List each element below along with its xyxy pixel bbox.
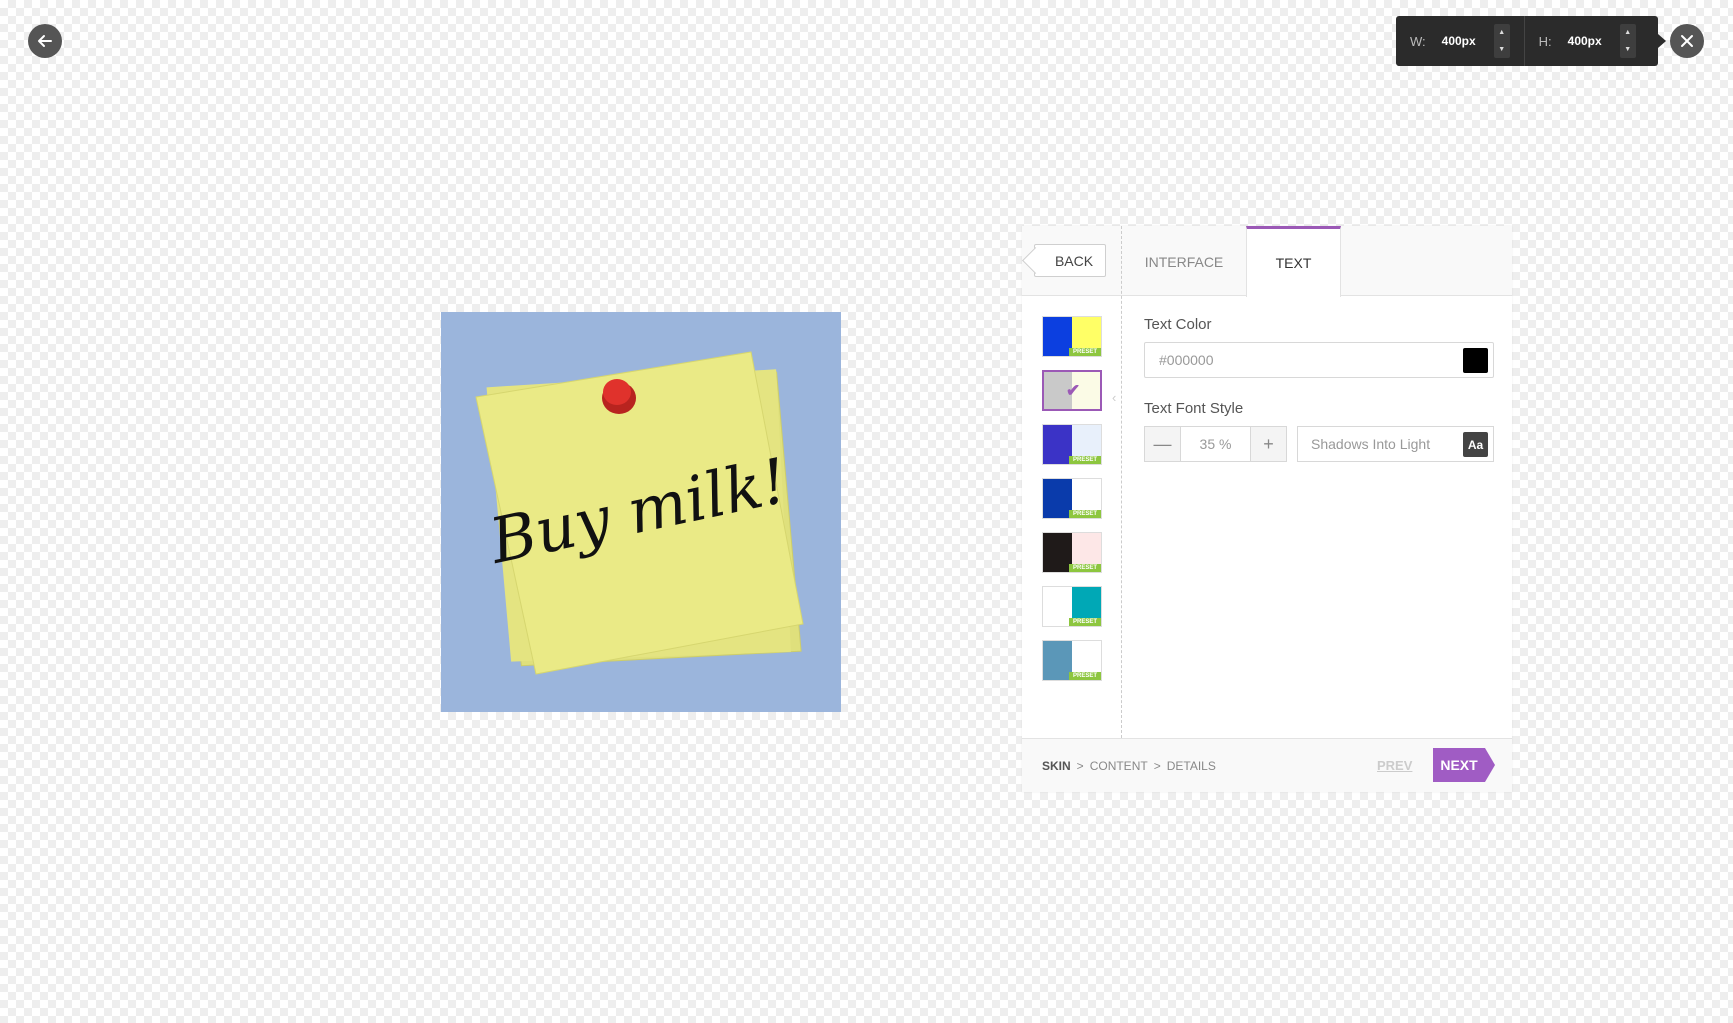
back-button-label: BACK <box>1054 252 1094 269</box>
font-family-select[interactable]: Shadows Into Light Aa <box>1297 426 1494 462</box>
preset-badge: PRESET <box>1069 672 1101 680</box>
increment-icon[interactable]: ▲ <box>1624 29 1631 36</box>
chevron-left-icon: ‹ <box>1112 390 1117 405</box>
close-button[interactable] <box>1670 24 1704 58</box>
swatch-preset[interactable]: PRESET <box>1042 478 1102 519</box>
increment-icon[interactable]: ▲ <box>1498 29 1505 36</box>
preset-badge: PRESET <box>1069 510 1101 518</box>
height-control: H: 400px ▲ ▼ <box>1523 16 1650 66</box>
sticky-note-illustration: Buy milk! <box>441 312 841 712</box>
next-button[interactable]: NEXT <box>1433 748 1495 782</box>
color-picker-swatch[interactable] <box>1463 348 1488 373</box>
swatch-preset[interactable]: PRESET <box>1042 586 1102 627</box>
back-arrow-button[interactable] <box>28 24 62 58</box>
font-style-label: Text Font Style <box>1144 400 1244 417</box>
swatch-selected[interactable]: ✔ <box>1042 370 1102 411</box>
swatch-preset[interactable]: PRESET <box>1042 640 1102 681</box>
back-button[interactable]: BACK <box>1034 244 1106 277</box>
size-toolbar: W: 400px ▲ ▼ H: 400px ▲ ▼ <box>1396 16 1666 66</box>
height-label: H: <box>1538 33 1552 49</box>
swatch-preset[interactable]: PRESET <box>1042 424 1102 465</box>
font-size-value[interactable]: 35 % <box>1180 427 1251 461</box>
prev-button[interactable]: PREV <box>1377 758 1412 773</box>
swatch-preset[interactable]: PRESET <box>1042 532 1102 573</box>
text-color-input[interactable]: #000000 <box>1144 342 1494 378</box>
decrement-icon[interactable]: ▼ <box>1498 46 1505 53</box>
widget-preview: Buy milk! <box>441 312 841 712</box>
panel-divider <box>1121 226 1122 738</box>
arrow-left-icon <box>38 35 52 47</box>
swatch-preset[interactable]: PRESET <box>1042 316 1102 357</box>
preset-badge: PRESET <box>1069 564 1101 572</box>
plus-button[interactable]: + <box>1251 427 1286 461</box>
minus-button[interactable]: — <box>1145 427 1180 461</box>
preset-badge: PRESET <box>1069 456 1101 464</box>
editor-panel: BACK INTERFACE TEXT PRESET ✔ PRESET PRES… <box>1022 226 1512 792</box>
preset-badge: PRESET <box>1069 618 1101 626</box>
width-control: W: 400px ▲ ▼ <box>1396 16 1524 66</box>
width-label: W: <box>1410 33 1426 49</box>
breadcrumb: SKIN > CONTENT > DETAILS <box>1042 759 1216 773</box>
decrement-icon[interactable]: ▼ <box>1624 46 1631 53</box>
crumb-skin[interactable]: SKIN <box>1042 759 1071 773</box>
height-value[interactable]: 400px <box>1568 34 1618 48</box>
panel-footer: SKIN > CONTENT > DETAILS PREV NEXT <box>1022 738 1512 792</box>
tab-text[interactable]: TEXT <box>1246 226 1341 297</box>
preset-badge: PRESET <box>1069 348 1101 356</box>
tab-label: TEXT <box>1275 255 1312 271</box>
close-icon <box>1681 35 1693 47</box>
panel-header: BACK INTERFACE TEXT <box>1022 226 1512 297</box>
plus-icon: + <box>1263 433 1274 454</box>
crumb-separator: > <box>1076 759 1084 773</box>
crumb-separator: > <box>1153 759 1161 773</box>
text-color-label: Text Color <box>1144 316 1212 333</box>
crumb-details[interactable]: DETAILS <box>1167 759 1216 773</box>
width-stepper[interactable]: ▲ ▼ <box>1493 24 1510 58</box>
text-color-value: #000000 <box>1159 352 1214 368</box>
tab-label: INTERFACE <box>1144 253 1224 270</box>
font-icon[interactable]: Aa <box>1463 432 1488 457</box>
minus-icon: — <box>1153 433 1172 454</box>
font-family-name: Shadows Into Light <box>1311 436 1431 452</box>
checkmark-icon: ✔ <box>1066 381 1081 400</box>
font-size-stepper: — 35 % + <box>1144 426 1287 462</box>
width-value[interactable]: 400px <box>1442 34 1492 48</box>
height-stepper[interactable]: ▲ ▼ <box>1619 24 1636 58</box>
tab-interface[interactable]: INTERFACE <box>1122 226 1246 297</box>
crumb-content[interactable]: CONTENT <box>1090 759 1148 773</box>
